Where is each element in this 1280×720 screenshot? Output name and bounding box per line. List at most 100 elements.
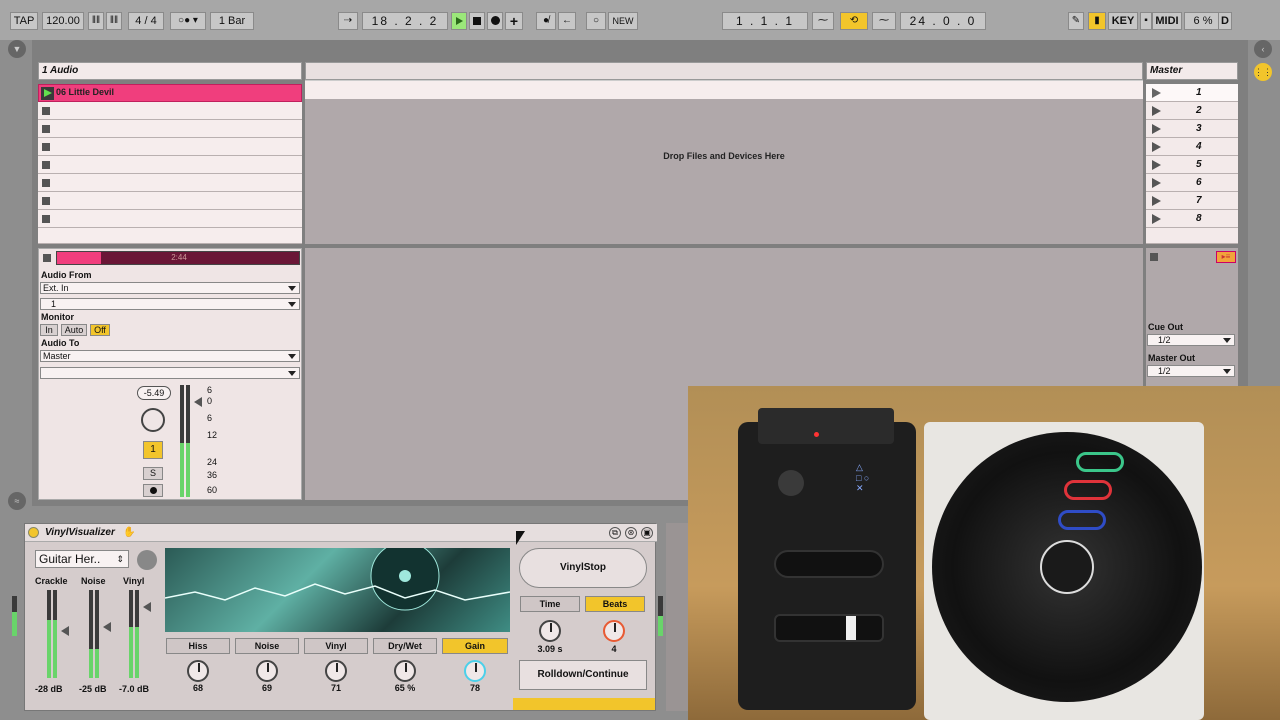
scene-play-icon[interactable] [1152,196,1161,206]
clip-slot[interactable] [38,174,302,192]
follow-icon[interactable]: ⇢ [338,12,358,30]
scene-launch[interactable]: 2 [1146,102,1238,120]
stop-all-clips-button[interactable] [1150,253,1158,261]
gain-knob[interactable] [464,660,486,682]
scene-play-icon[interactable] [1152,178,1161,188]
scene-play-icon[interactable] [1152,142,1161,152]
quantize-menu[interactable]: 1 Bar [210,12,254,30]
tab-dry-wet[interactable]: Dry/Wet [373,638,437,654]
solo-button[interactable]: S [143,467,163,480]
hot-swap-icon[interactable]: ⧉ [609,527,621,539]
tab-noise[interactable]: Noise [235,638,299,654]
clip-slot[interactable] [38,210,302,228]
session-view-icon[interactable]: ⋮⋮ [1254,63,1272,81]
clip-stop-icon[interactable] [42,197,50,205]
scene-launch[interactable]: 7 [1146,192,1238,210]
scene-launch[interactable]: 3 [1146,120,1238,138]
scene-play-icon[interactable] [1152,160,1161,170]
scene-play-icon[interactable] [1152,214,1161,224]
loop-length-field[interactable]: 24 . 0 . 0 [900,12,986,30]
tab-vinyl[interactable]: Vinyl [304,638,368,654]
device-on-toggle[interactable] [28,527,39,538]
preset-stepper-icon[interactable]: ⇕ [116,551,124,567]
midi-map-button[interactable]: MIDI [1152,12,1182,30]
play-button[interactable] [451,12,467,30]
vinyl-knob[interactable] [325,660,347,682]
draw-mode-icon[interactable]: ✎ [1068,12,1084,30]
clip-slot[interactable] [38,120,302,138]
tempo-field[interactable]: 120.00 [42,12,84,30]
rolldown-continue-button[interactable]: Rolldown/Continue [519,660,647,690]
scene-launch[interactable] [1146,228,1238,244]
track-activator-button[interactable]: 1 [143,441,163,459]
beats-knob[interactable] [603,620,625,642]
punch-out-icon[interactable]: ⁓ [872,12,896,30]
record-button[interactable] [487,12,503,30]
cue-out-dropdown[interactable]: 1/2 [1147,334,1235,346]
tab-hiss[interactable]: Hiss [166,638,230,654]
input-channel-dropdown[interactable]: 1 [40,298,300,310]
device-menu-icon[interactable]: ▣ [641,527,653,539]
scene-play-icon[interactable] [1152,124,1161,134]
nudge-up-icon[interactable]: ‖‖ [106,12,122,30]
noise-fader-handle[interactable] [103,622,111,632]
clip-stop-icon[interactable] [42,107,50,115]
hiss-knob[interactable] [187,660,209,682]
time-mode-button[interactable]: Time [520,596,580,612]
master-out-dropdown[interactable]: 1/2 [1147,365,1235,377]
new-clip-button[interactable]: NEW [608,12,638,30]
clip-stop-icon[interactable] [42,215,50,223]
scene-play-icon[interactable] [1152,106,1161,116]
clip-play-icon[interactable] [41,87,54,100]
monitor-in-button[interactable]: In [40,324,58,336]
browser-toggle-icon[interactable]: ▼ [8,40,26,58]
save-preset-icon[interactable]: ⊛ [625,527,637,539]
scene-launch[interactable]: 1 [1146,84,1238,102]
scene-launch[interactable]: 5 [1146,156,1238,174]
audio-to-dropdown[interactable]: Master [40,350,300,362]
beats-mode-button[interactable]: Beats [585,596,645,612]
scene-launch[interactable]: 8 [1146,210,1238,228]
sends-field[interactable] [40,367,300,379]
clip-stop-icon[interactable] [42,179,50,187]
track-volume-field[interactable]: -5.49 [137,386,171,400]
noise-knob[interactable] [256,660,278,682]
time-knob[interactable] [539,620,561,642]
stop-button[interactable] [469,12,485,30]
drop-area[interactable]: Drop Files and Devices Here [305,80,1143,244]
io-toggle-icon[interactable]: ‹ [1254,40,1272,58]
clip-slot[interactable] [38,138,302,156]
loop-start-field[interactable]: 1 . 1 . 1 [722,12,808,30]
overdub-icon[interactable]: + [505,12,523,30]
track-title[interactable]: 1 Audio [38,62,302,80]
punch-in-icon[interactable]: ⁓ [812,12,834,30]
song-position-field[interactable]: 18 . 2 . 2 [362,12,448,30]
computer-keyboard-icon[interactable]: ▮ [1088,12,1106,30]
back-to-arrangement-icon[interactable]: ← [558,12,576,30]
scene-launch[interactable]: 6 [1146,174,1238,192]
preset-selector[interactable]: Guitar Her.. ⇕ [35,550,129,568]
clip-stop-icon[interactable] [42,125,50,133]
track-stop-button[interactable] [43,254,51,262]
pan-knob[interactable] [141,408,165,432]
clip-slot-playing[interactable]: 06 Little Devil [38,84,302,102]
vinylstop-button[interactable]: VinylStop [519,548,647,588]
clip-slot[interactable] [38,192,302,210]
master-clip-view-icon[interactable]: ▸≡ [1216,251,1236,263]
nudge-down-icon[interactable]: ‖‖ [88,12,104,30]
crackle-fader-handle[interactable] [61,626,69,636]
overview-toggle-icon[interactable]: ≈ [8,492,26,510]
loop-switch-icon[interactable]: ⟲ [840,12,868,30]
automation-arm-icon[interactable]: ●̸ [536,12,556,30]
tab-gain[interactable]: Gain [442,638,508,654]
audio-from-dropdown[interactable]: Ext. In [40,282,300,294]
session-record-icon[interactable]: ○ [586,12,606,30]
scene-launch[interactable]: 4 [1146,138,1238,156]
metronome-icon[interactable]: ○● ▾ [170,12,206,30]
volume-fader-handle[interactable] [194,397,202,407]
clip-slot[interactable] [38,156,302,174]
time-signature-field[interactable]: 4 / 4 [128,12,164,30]
clip-stop-icon[interactable] [42,161,50,169]
tap-tempo-button[interactable]: TAP [10,12,38,30]
key-map-button[interactable]: KEY [1108,12,1138,30]
